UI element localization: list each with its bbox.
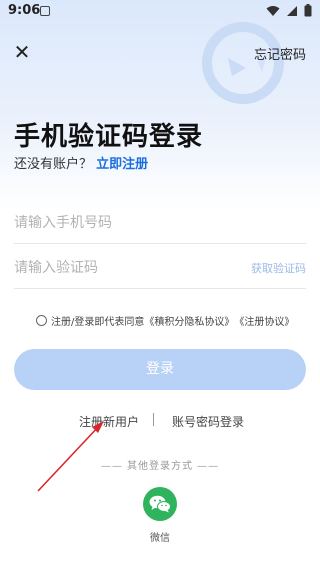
decoration-logo-icon xyxy=(202,22,284,104)
subtitle: 还没有账户？ 立即注册 xyxy=(14,153,148,172)
login-button[interactable]: 登录 xyxy=(14,349,306,390)
wechat-icon xyxy=(149,495,171,513)
signal-icon xyxy=(287,5,297,16)
get-code-button[interactable]: 获取验证码 xyxy=(251,260,306,276)
page-title: 手机验证码登录 xyxy=(14,122,204,152)
agreement-checkbox[interactable] xyxy=(36,315,47,326)
notification-icon xyxy=(40,6,50,16)
no-account-text: 还没有账户？ xyxy=(14,157,93,172)
wifi-icon xyxy=(266,5,280,16)
wechat-label: 微信 xyxy=(150,533,170,544)
status-time: 9:06 xyxy=(8,3,41,18)
agreement-text: 注册/登录即代表同意 xyxy=(51,317,145,328)
other-login-label: —— 其他登录方式 —— xyxy=(100,461,220,472)
phone-input[interactable] xyxy=(14,203,234,241)
link-divider xyxy=(153,413,154,426)
agreement: 注册/登录即代表同意 《積积分隐私协议》 《注册协议》 xyxy=(36,313,294,328)
code-field: 获取验证码 xyxy=(14,248,306,289)
code-input[interactable] xyxy=(14,248,234,286)
wechat-login-button[interactable] xyxy=(143,487,177,521)
password-login-link[interactable]: 账号密码登录 xyxy=(172,413,244,430)
privacy-policy-link[interactable]: 《積积分隐私协议》 xyxy=(144,313,234,328)
register-now-link[interactable]: 立即注册 xyxy=(96,157,148,172)
terms-link[interactable]: 《注册协议》 xyxy=(234,313,294,328)
close-button[interactable]: ✕ xyxy=(10,40,34,64)
phone-field xyxy=(14,203,306,244)
battery-icon xyxy=(304,4,312,17)
register-new-user-link[interactable]: 注册新用户 xyxy=(79,413,139,430)
forgot-password-link[interactable]: 忘记密码 xyxy=(254,44,306,63)
